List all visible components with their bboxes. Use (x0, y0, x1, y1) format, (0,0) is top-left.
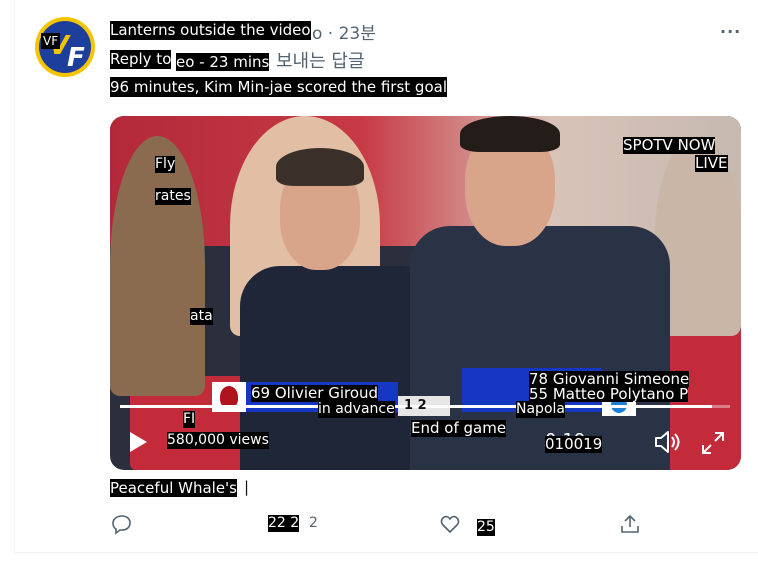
team-right-label: Napola (516, 401, 565, 418)
video-player[interactable]: 0:19 (110, 116, 741, 470)
share-icon[interactable] (619, 513, 641, 535)
substitution-left: 69 Olivier Giroud (251, 384, 379, 402)
caption-cursor: | (244, 478, 250, 496)
avatar-label: VF (41, 33, 61, 49)
overlay-text-rates: rates (155, 188, 191, 205)
reply-count: 22 2 (268, 515, 300, 532)
live-label: LIVE (695, 154, 728, 172)
score-text: 1 2 (404, 398, 427, 413)
like-count: 25 (477, 519, 495, 536)
reply-count-ghost: 2 (309, 515, 318, 531)
reply-ghost-text: 보내는 답글 (276, 51, 365, 72)
author-name[interactable]: Lanterns outside the video (110, 21, 311, 40)
in-advance-label: in advance (318, 401, 395, 418)
man-right-hair (460, 116, 560, 152)
video-time-label: 010019 (545, 435, 603, 453)
play-icon[interactable] (130, 432, 147, 452)
volume-icon[interactable] (654, 429, 682, 455)
end-of-game-label: End of game (411, 419, 507, 437)
man-left-hair (276, 148, 364, 186)
overlay-text-ata: ata (190, 308, 213, 325)
fullscreen-icon[interactable] (700, 430, 726, 456)
reply-time: eo - 23 mins (176, 53, 270, 71)
reply-to-label: Reply to (110, 50, 172, 69)
more-options-icon[interactable]: ··· (720, 22, 741, 41)
avatar-logo-f: F (67, 43, 85, 73)
like-icon[interactable] (439, 513, 461, 535)
caption-text: Peaceful Whale's (110, 479, 237, 497)
tweet-text: 96 minutes, Kim Min-jae scored the first… (110, 77, 447, 97)
overlay-text-fly: Fly (155, 156, 176, 173)
broadcaster-label: SPOTV NOW (623, 136, 716, 154)
substitution-right-2: 55 Matteo Polytano P (529, 385, 689, 403)
view-count: 580,000 views (167, 432, 269, 449)
overlay-text-fi: FI (183, 411, 196, 428)
spectator-left (110, 136, 205, 396)
author-time-ghost: o · 23분 (312, 24, 376, 44)
reply-icon[interactable] (111, 513, 133, 535)
